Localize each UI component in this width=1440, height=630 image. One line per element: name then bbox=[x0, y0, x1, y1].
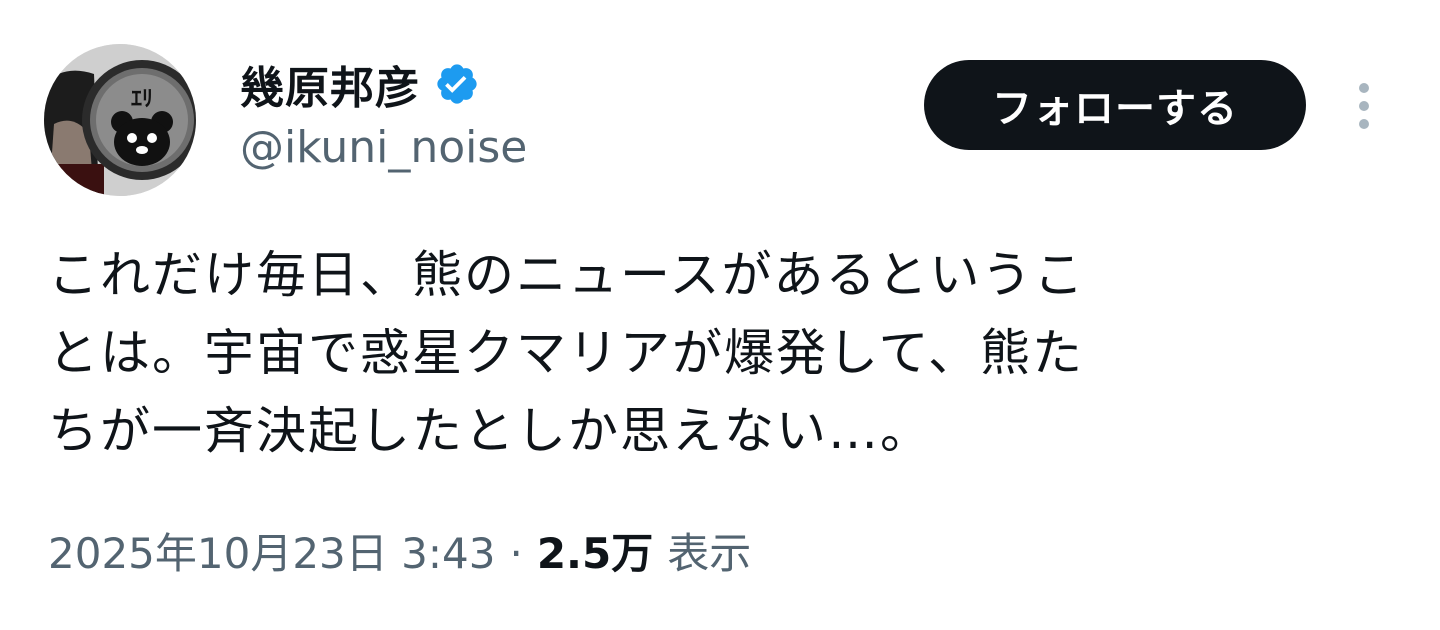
views-count[interactable]: 2.5万 bbox=[537, 520, 653, 581]
more-vertical-icon[interactable] bbox=[1348, 80, 1380, 132]
tweet-meta: 2025年10月23日 3:43 · 2.5万 表示 bbox=[48, 520, 751, 581]
views-label: 表示 bbox=[667, 529, 752, 578]
follow-button[interactable]: フォローする bbox=[924, 60, 1306, 150]
display-name[interactable]: 幾原邦彦 bbox=[240, 52, 420, 116]
tweet-timestamp[interactable]: 2025年10月23日 3:43 bbox=[48, 520, 495, 581]
meta-separator: · bbox=[509, 529, 523, 578]
author-block: 幾原邦彦 @ikuni_noise bbox=[240, 52, 527, 173]
verified-badge-icon bbox=[437, 64, 477, 104]
avatar[interactable]: ｴﾘ bbox=[44, 44, 196, 196]
tweet-text: これだけ毎日、熊のニュースがあるというこ とは。宇宙で惑星クマリアが爆発して、熊… bbox=[48, 246, 1086, 460]
avatar-badge-text: ｴﾘ bbox=[131, 87, 153, 112]
user-handle[interactable]: @ikuni_noise bbox=[240, 122, 527, 173]
